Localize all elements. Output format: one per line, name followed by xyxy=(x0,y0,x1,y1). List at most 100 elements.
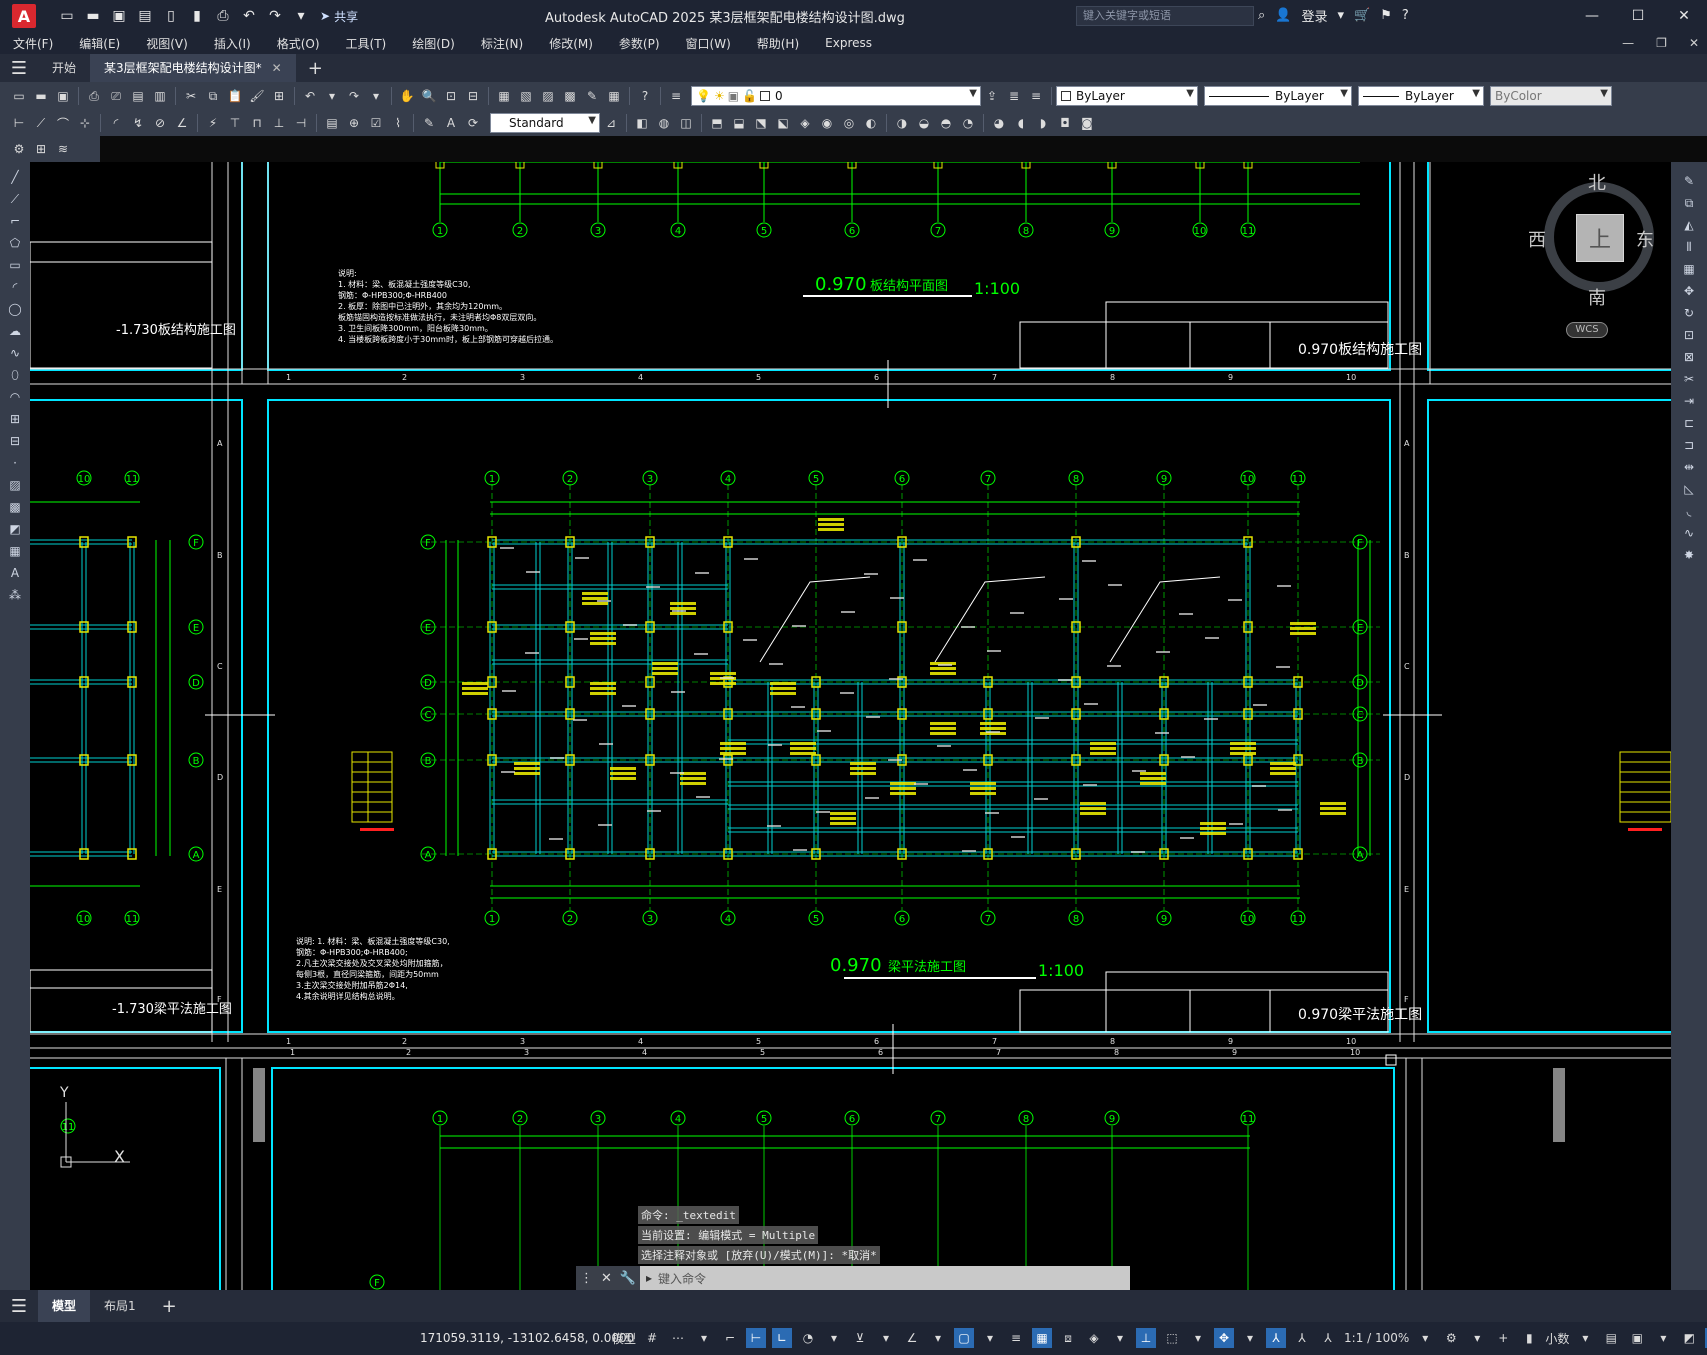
ellipse-icon[interactable]: ⬯ xyxy=(5,365,25,385)
plot-icon[interactable]: ⎙ xyxy=(214,7,232,25)
compass-south[interactable]: 南 xyxy=(1588,284,1606,310)
selection-cycling-icon[interactable]: ⧈ xyxy=(1058,1328,1078,1348)
quick-properties-icon[interactable]: ▤ xyxy=(1601,1328,1621,1348)
point-icon[interactable]: · xyxy=(5,453,25,473)
dimedit-icon[interactable]: ✎ xyxy=(419,113,439,133)
linetype-dropdown[interactable]: ByLayer ▼ xyxy=(1204,86,1352,106)
separate-icon[interactable]: ◗ xyxy=(1033,113,1053,133)
workspace-dropdown-icon[interactable]: ▾ xyxy=(1467,1328,1487,1348)
tab-close-icon[interactable]: ✕ xyxy=(272,61,282,75)
sweep-icon[interactable]: ⬔ xyxy=(751,113,771,133)
pan-icon[interactable]: ✋ xyxy=(397,86,417,106)
ortho-icon[interactable]: ∟ xyxy=(772,1328,793,1348)
clean-icon[interactable]: ◘ xyxy=(1055,113,1075,133)
layer-viewport-icon[interactable]: ▣ xyxy=(728,89,739,103)
object-snap-dropdown-icon[interactable]: ▾ xyxy=(980,1328,1000,1348)
units-dropdown-icon[interactable]: ▾ xyxy=(1575,1328,1595,1348)
menu-file[interactable]: 文件(F) xyxy=(0,35,66,52)
continue-icon[interactable]: ⊓ xyxy=(247,113,267,133)
intersect-icon[interactable]: ◐ xyxy=(861,113,881,133)
chamfer-icon[interactable]: ◺ xyxy=(1679,479,1699,499)
save-icon[interactable]: ▣ xyxy=(53,86,73,106)
login-dropdown-icon[interactable]: ▾ xyxy=(1337,8,1344,23)
break-icon[interactable]: ⊣ xyxy=(291,113,311,133)
zoom-realtime-icon[interactable]: 🔍 xyxy=(419,86,439,106)
command-input[interactable]: 键入命令 xyxy=(658,1270,706,1287)
jogged-linear-icon[interactable]: ⌇ xyxy=(388,113,408,133)
selection-filter-icon[interactable]: ⬚ xyxy=(1162,1328,1182,1348)
zoom-window-icon[interactable]: ⊡ xyxy=(441,86,461,106)
isodraft-icon[interactable]: ⊻ xyxy=(850,1328,870,1348)
polyline-icon[interactable]: ⌐ xyxy=(5,211,25,231)
layer-properties-icon[interactable]: ≡ xyxy=(666,86,686,106)
compass-east[interactable]: 东 xyxy=(1636,226,1654,252)
open-icon[interactable]: ▬ xyxy=(31,86,51,106)
transparency-icon[interactable]: ▦ xyxy=(1032,1328,1053,1348)
match-properties-icon[interactable]: 🖌 xyxy=(247,86,267,106)
block-editor-icon[interactable]: ⊞ xyxy=(269,86,289,106)
arc-icon[interactable]: ◜ xyxy=(5,277,25,297)
mirror-icon[interactable]: ◭ xyxy=(1679,215,1699,235)
snap-dropdown-icon[interactable]: ▾ xyxy=(694,1328,714,1348)
offset-icon[interactable]: ⫴ xyxy=(1679,237,1699,257)
space-icon[interactable]: ⊥ xyxy=(269,113,289,133)
gizmo-icon[interactable]: ✥ xyxy=(1214,1328,1235,1348)
table-icon[interactable]: ▦ xyxy=(5,541,25,561)
explode-icon[interactable]: ✸ xyxy=(1679,545,1699,565)
break-icon[interactable]: ⊐ xyxy=(1679,435,1699,455)
jogged-icon[interactable]: ↯ xyxy=(128,113,148,133)
add-selected-icon[interactable]: ⁂ xyxy=(5,585,25,605)
move-icon[interactable]: ✥ xyxy=(1679,281,1699,301)
layout-menu-icon[interactable]: ☰ xyxy=(0,1296,38,1317)
paste-icon[interactable]: 📋 xyxy=(225,86,245,106)
menu-express[interactable]: Express xyxy=(812,36,885,50)
polar-icon[interactable]: ◔ xyxy=(798,1328,818,1348)
shell-icon[interactable]: ◑ xyxy=(892,113,912,133)
data-extraction-icon[interactable]: ⊞ xyxy=(31,139,51,159)
grid-icon[interactable]: # xyxy=(642,1328,662,1348)
cart-icon[interactable]: 🛒 xyxy=(1354,8,1370,23)
doc-minimize-icon[interactable]: — xyxy=(1622,36,1634,50)
annotation-visibility-icon[interactable]: ⅄ xyxy=(1266,1328,1287,1348)
login-link[interactable]: 登录 xyxy=(1301,6,1327,25)
infer-constraints-icon[interactable]: ⌐ xyxy=(720,1328,740,1348)
undo-icon[interactable]: ↶ xyxy=(300,86,320,106)
polygon-icon[interactable]: ⬠ xyxy=(5,233,25,253)
annotation-scale-value[interactable]: 1:1 / 100% xyxy=(1344,1331,1409,1345)
compass-north[interactable]: 北 xyxy=(1588,169,1606,195)
center-mark-icon[interactable]: ⊕ xyxy=(344,113,364,133)
tab-model[interactable]: 模型 xyxy=(38,1290,91,1322)
circle-icon[interactable]: ◯ xyxy=(5,299,25,319)
menu-draw[interactable]: 绘图(D) xyxy=(399,35,468,52)
menu-help[interactable]: 帮助(H) xyxy=(744,35,812,52)
help-icon[interactable]: ? xyxy=(635,86,655,106)
maximize-icon[interactable]: ☐ xyxy=(1615,0,1661,32)
dynamic-input-icon[interactable]: ⊢ xyxy=(746,1328,767,1348)
menu-view[interactable]: 视图(V) xyxy=(133,35,201,52)
layer-walk-icon[interactable]: ≋ xyxy=(53,139,73,159)
menu-modify[interactable]: 修改(M) xyxy=(536,35,606,52)
aligned-dimension-icon[interactable]: ⟋ xyxy=(31,113,51,133)
fillet-icon[interactable]: ◟ xyxy=(1679,501,1699,521)
menu-dimension[interactable]: 标注(N) xyxy=(468,35,536,52)
coordinate-readout[interactable]: 171059.3119, -13102.6458, 0.0000 xyxy=(420,1331,634,1345)
3d-print-icon[interactable]: ▥ xyxy=(150,86,170,106)
baseline-icon[interactable]: ⊤ xyxy=(225,113,245,133)
presspull-icon[interactable]: ⬓ xyxy=(729,113,749,133)
viewcube[interactable]: 上 北 南 东 西 WCS xyxy=(1528,169,1660,338)
menu-edit[interactable]: 编辑(E) xyxy=(66,35,133,52)
lineweight-icon[interactable]: ≡ xyxy=(1006,1328,1026,1348)
redo-icon[interactable]: ↷ xyxy=(344,86,364,106)
construction-line-icon[interactable]: ⟋ xyxy=(5,189,25,209)
extract-edges-icon[interactable]: ◕ xyxy=(989,113,1009,133)
copy-icon[interactable]: ⧉ xyxy=(203,86,223,106)
3d-osnap-dropdown-icon[interactable]: ▾ xyxy=(1110,1328,1130,1348)
properties-icon[interactable]: ▦ xyxy=(494,86,514,106)
erase-icon[interactable]: ✎ xyxy=(1679,171,1699,191)
slice-icon[interactable]: ◒ xyxy=(914,113,934,133)
doc-restore-icon[interactable]: ❐ xyxy=(1656,36,1667,50)
selection-filter-dropdown-icon[interactable]: ▾ xyxy=(1188,1328,1208,1348)
plot-icon[interactable]: ⎙ xyxy=(84,86,104,106)
isolate-objects-icon[interactable]: ◩ xyxy=(1679,1328,1699,1348)
angular-icon[interactable]: ∠ xyxy=(172,113,192,133)
